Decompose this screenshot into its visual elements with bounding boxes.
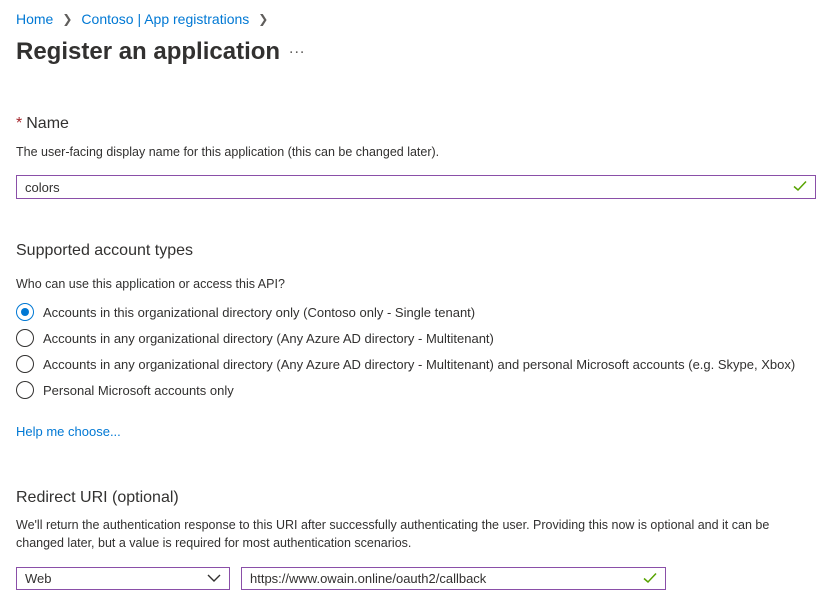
radio-icon[interactable] xyxy=(16,329,34,347)
breadcrumb: Home ❯ Contoso | App registrations ❯ xyxy=(16,10,277,28)
chevron-right-icon: ❯ xyxy=(258,12,269,26)
redirect-description-line1: We'll return the authentication response… xyxy=(16,518,770,532)
name-description: The user-facing display name for this ap… xyxy=(16,145,440,159)
more-options-button[interactable]: ... xyxy=(289,40,305,58)
checkmark-icon xyxy=(643,571,657,587)
platform-select-value: Web xyxy=(25,571,52,586)
account-option-multitenant[interactable]: Accounts in any organizational directory… xyxy=(16,329,494,347)
account-types-label: Supported account types xyxy=(16,242,194,259)
account-types-question: Who can use this application or access t… xyxy=(16,277,285,291)
account-option-multitenant-personal[interactable]: Accounts in any organizational directory… xyxy=(16,355,795,373)
redirect-uri-label: Redirect URI (optional) xyxy=(16,489,179,506)
option-label: Accounts in any organizational directory… xyxy=(43,356,796,372)
name-label: * Name xyxy=(16,113,69,135)
required-indicator: * xyxy=(16,115,23,132)
option-label: Personal Microsoft accounts only xyxy=(43,382,234,398)
account-option-single-tenant[interactable]: Accounts in this organizational director… xyxy=(16,303,475,321)
chevron-right-icon: ❯ xyxy=(62,12,73,26)
account-option-personal-only[interactable]: Personal Microsoft accounts only xyxy=(16,381,234,399)
name-input[interactable]: colors xyxy=(16,175,816,199)
breadcrumb-app-registrations[interactable]: Contoso | App registrations xyxy=(81,10,249,28)
redirect-uri-input[interactable]: https://www.owain.online/oauth2/callback xyxy=(241,567,666,590)
help-me-choose-link[interactable]: Help me choose... xyxy=(16,424,121,439)
platform-select[interactable]: Web xyxy=(16,567,230,590)
option-label: Accounts in this organizational director… xyxy=(43,304,476,320)
radio-icon[interactable] xyxy=(16,355,34,373)
name-input-value: colors xyxy=(25,179,60,195)
chevron-down-icon xyxy=(207,571,221,586)
redirect-uri-value: https://www.owain.online/oauth2/callback xyxy=(250,571,487,586)
checkmark-icon xyxy=(793,179,807,195)
radio-selected-icon[interactable] xyxy=(16,303,34,321)
name-label-text: Name xyxy=(26,115,69,132)
option-label: Accounts in any organizational directory… xyxy=(43,330,494,346)
breadcrumb-home[interactable]: Home xyxy=(16,10,53,28)
radio-icon[interactable] xyxy=(16,381,34,399)
register-app-page: Home ❯ Contoso | App registrations ❯ Reg… xyxy=(0,0,838,590)
page-title: Register an application xyxy=(16,38,281,65)
redirect-description-line2: changed later, but a value is required f… xyxy=(16,536,412,550)
